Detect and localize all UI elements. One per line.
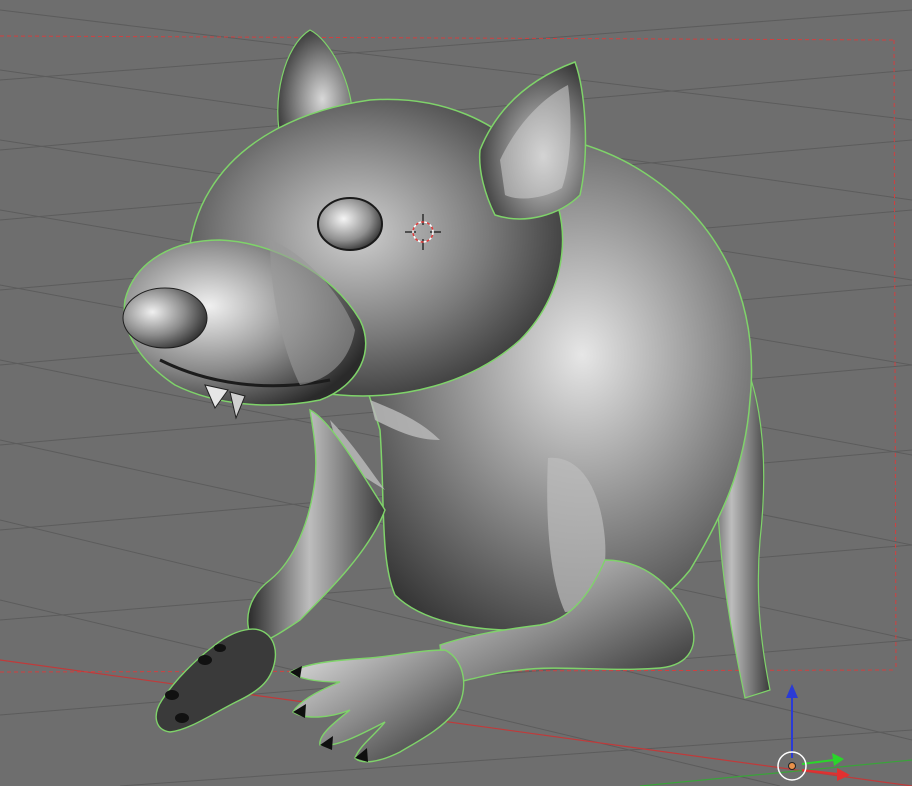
- gizmo-origin-dot: [788, 762, 796, 770]
- rat-nose: [122, 287, 208, 349]
- 3d-viewport[interactable]: [0, 0, 912, 786]
- rat-eye[interactable]: [317, 197, 383, 251]
